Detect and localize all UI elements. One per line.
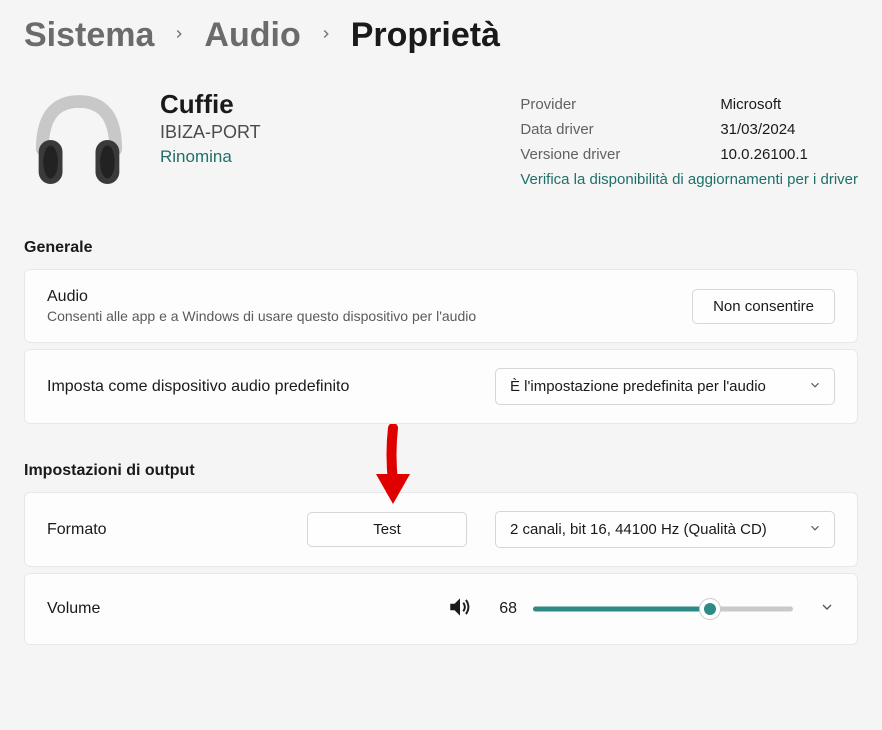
breadcrumb: Sistema Audio Proprietà xyxy=(24,0,858,77)
device-subname: IBIZA-PORT xyxy=(160,122,261,143)
format-card: Formato Test 2 canali, bit 16, 44100 Hz … xyxy=(24,492,858,567)
volume-title: Volume xyxy=(47,600,431,618)
default-device-title: Imposta come dispositivo audio predefini… xyxy=(47,378,479,396)
default-device-card: Imposta come dispositivo audio predefini… xyxy=(24,349,858,424)
provider-value: Microsoft xyxy=(720,93,781,118)
chevron-down-icon xyxy=(808,521,822,539)
breadcrumb-audio[interactable]: Audio xyxy=(204,16,300,55)
default-device-select[interactable]: È l'impostazione predefinita per l'audio xyxy=(495,368,835,405)
default-device-select-value: È l'impostazione predefinita per l'audio xyxy=(510,378,766,395)
device-header: Cuffie IBIZA-PORT Rinomina Provider Micr… xyxy=(24,77,858,223)
volume-value: 68 xyxy=(489,600,517,618)
breadcrumb-sistema[interactable]: Sistema xyxy=(24,16,154,55)
provider-label: Provider xyxy=(520,93,680,118)
format-select[interactable]: 2 canali, bit 16, 44100 Hz (Qualità CD) xyxy=(495,511,835,548)
driver-date-label: Data driver xyxy=(520,118,680,143)
format-select-value: 2 canali, bit 16, 44100 Hz (Qualità CD) xyxy=(510,521,767,538)
headphones-icon xyxy=(24,85,134,195)
section-title-output: Impostazioni di output xyxy=(24,462,858,480)
chevron-right-icon xyxy=(172,24,186,47)
slider-thumb[interactable] xyxy=(700,599,720,619)
volume-slider[interactable] xyxy=(533,597,793,621)
rename-link[interactable]: Rinomina xyxy=(160,147,261,167)
volume-card: Volume 68 xyxy=(24,573,858,645)
disallow-button[interactable]: Non consentire xyxy=(692,289,835,324)
expand-volume-icon[interactable] xyxy=(819,599,835,620)
driver-info: Provider Microsoft Data driver 31/03/202… xyxy=(520,85,858,195)
chevron-right-icon xyxy=(319,24,333,47)
device-name: Cuffie xyxy=(160,89,261,120)
section-title-general: Generale xyxy=(24,239,858,257)
chevron-down-icon xyxy=(808,378,822,396)
audio-card-subtitle: Consenti alle app e a Windows di usare q… xyxy=(47,308,676,324)
format-title: Formato xyxy=(47,521,291,539)
slider-fill xyxy=(533,607,710,612)
test-button[interactable]: Test xyxy=(307,512,467,547)
driver-version-value: 10.0.26100.1 xyxy=(720,143,808,168)
audio-permission-card: Audio Consenti alle app e a Windows di u… xyxy=(24,269,858,343)
driver-date-value: 31/03/2024 xyxy=(720,118,795,143)
audio-card-title: Audio xyxy=(47,288,676,306)
driver-version-label: Versione driver xyxy=(520,143,680,168)
speaker-icon[interactable] xyxy=(447,594,473,625)
driver-update-link[interactable]: Verifica la disponibilità di aggiornamen… xyxy=(520,171,858,188)
breadcrumb-proprieta: Proprietà xyxy=(351,16,500,55)
